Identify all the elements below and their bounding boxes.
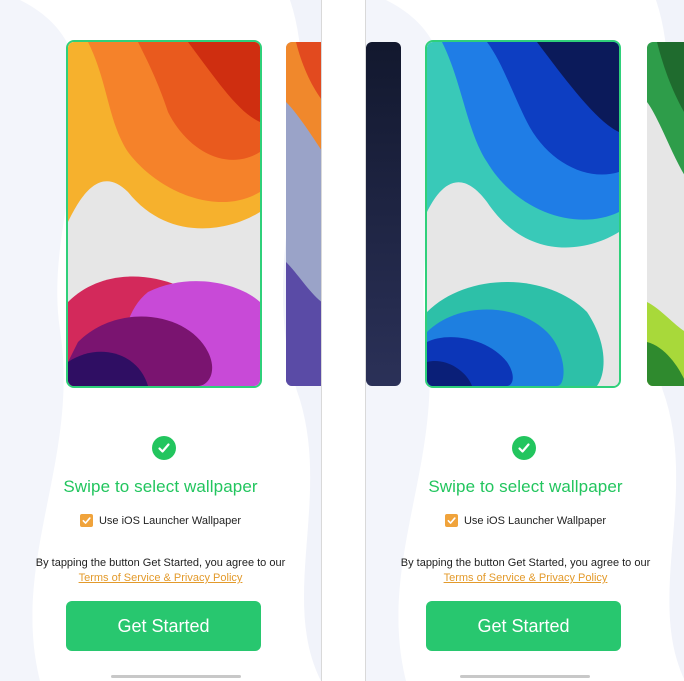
launcher-wallpaper-option[interactable]: Use iOS Launcher Wallpaper xyxy=(366,514,684,527)
wallpaper-green-partial-image xyxy=(647,42,684,386)
get-started-button[interactable]: Get Started xyxy=(66,601,261,651)
check-circle-icon xyxy=(152,436,176,460)
home-indicator xyxy=(111,675,241,678)
wallpaper-card-orange[interactable] xyxy=(68,42,260,386)
onboarding-screen-right: Swipe to select wallpaper Use iOS Launch… xyxy=(365,0,684,681)
wallpaper-card-partial-prev[interactable] xyxy=(366,42,401,386)
page-title: Swipe to select wallpaper xyxy=(63,477,258,496)
wallpaper-card-blue[interactable] xyxy=(427,42,619,386)
launcher-wallpaper-option[interactable]: Use iOS Launcher Wallpaper xyxy=(0,514,321,527)
option-label: Use iOS Launcher Wallpaper xyxy=(98,514,242,527)
home-indicator xyxy=(460,675,590,678)
wallpaper-partial-image xyxy=(286,42,321,386)
option-label: Use iOS Launcher Wallpaper xyxy=(463,514,607,527)
wallpaper-orange-image xyxy=(68,42,260,386)
screen-gap xyxy=(322,0,365,681)
wallpaper-card-partial-next-green[interactable] xyxy=(647,42,684,386)
agreement-text-block: By tapping the button Get Started, you a… xyxy=(0,556,321,586)
wallpaper-dark-partial-image xyxy=(366,42,401,386)
terms-link[interactable]: Terms of Service & Privacy Policy xyxy=(79,572,243,584)
agreement-text: By tapping the button Get Started, you a… xyxy=(400,557,651,569)
check-circle-icon xyxy=(512,436,536,460)
checkbox-checked-icon[interactable] xyxy=(444,514,458,527)
wallpaper-blue-image xyxy=(427,42,619,386)
get-started-button[interactable]: Get Started xyxy=(426,601,621,651)
agreement-text: By tapping the button Get Started, you a… xyxy=(35,557,286,569)
page-title: Swipe to select wallpaper xyxy=(428,477,623,496)
terms-link[interactable]: Terms of Service & Privacy Policy xyxy=(444,572,608,584)
agreement-text-block: By tapping the button Get Started, you a… xyxy=(366,556,684,586)
checkbox-checked-icon[interactable] xyxy=(79,514,93,527)
onboarding-screen-left: Swipe to select wallpaper Use iOS Launch… xyxy=(0,0,322,681)
wallpaper-card-partial-next[interactable] xyxy=(286,42,321,386)
